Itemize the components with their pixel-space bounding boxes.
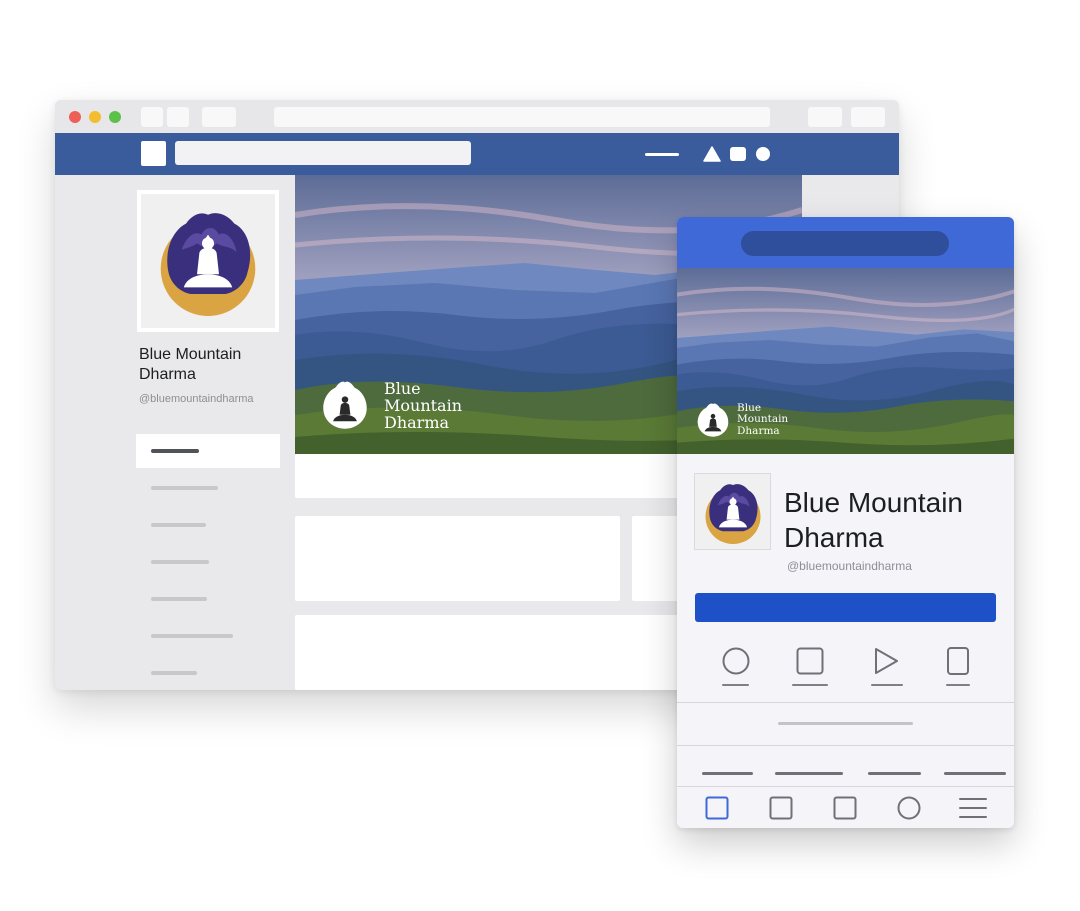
sidebar-item-7[interactable] [151,671,197,675]
mobile-header [677,217,1014,268]
phone-icon[interactable] [945,646,971,676]
icon-label-1 [722,684,749,686]
address-bar[interactable] [274,107,770,127]
divider [677,745,1014,746]
icon-label-3 [871,684,903,686]
mobile-cover-brand: Blue Mountain Dharma [694,401,788,439]
square-icon[interactable] [833,796,857,820]
circle-icon[interactable] [755,146,771,162]
mobile-page-title: Blue Mountain Dharma [784,487,964,553]
sidebar-item-4[interactable] [151,560,209,564]
mobile-bottom-nav [677,786,1014,828]
profile-avatar[interactable] [137,190,279,332]
tab-3[interactable] [868,772,921,775]
buddha-mark-icon [318,378,372,432]
page-title: Blue Mountain Dharma [139,346,242,383]
sidebar-item-1[interactable] [151,449,199,453]
site-logo[interactable] [141,141,166,166]
square-icon[interactable] [769,796,793,820]
section-placeholder [778,722,913,725]
mobile-cover-brand-line3: Dharma [737,424,780,437]
circle-icon[interactable] [721,646,751,676]
profile-sidebar: Blue Mountain Dharma @bluemountaindharma [55,175,295,690]
buddha-mark-icon [694,401,732,439]
browser-chrome [55,100,899,133]
square-icon[interactable] [795,646,825,676]
dharma-logo-icon [153,206,263,316]
cover-brand-line2: Mountain [384,395,463,415]
mobile-profile-avatar[interactable] [694,473,771,550]
cover-brand-line3: Dharma [384,412,450,432]
divider [677,702,1014,703]
sidebar-item-3[interactable] [151,523,206,527]
header-icons [703,144,771,164]
site-header [55,133,899,175]
mobile-search-input[interactable] [741,231,949,256]
mobile-mockup: Blue Mountain Dharma Blue Mountain Dharm… [677,217,1014,828]
home-link[interactable] [645,153,679,156]
tab-4[interactable] [944,772,1006,775]
primary-action-button[interactable] [695,593,996,622]
back-button[interactable] [141,107,163,127]
sidebar-item-2[interactable] [151,486,218,490]
about-card [295,516,620,601]
sidebar-toggle-button[interactable] [202,107,236,127]
cover-brand: Blue Mountain Dharma [318,378,462,432]
icon-label-4 [946,684,970,686]
dharma-logo-icon [701,480,765,544]
minimize-window-button[interactable] [89,111,101,123]
maximize-window-button[interactable] [109,111,121,123]
square-icon[interactable] [705,796,729,820]
page-handle: @bluemountaindharma [139,393,254,405]
square-icon[interactable] [729,146,747,162]
search-input[interactable] [175,141,471,165]
circle-icon[interactable] [897,796,921,820]
mobile-cover-photo: Blue Mountain Dharma [677,268,1014,454]
sidebar-item-6[interactable] [151,634,233,638]
sidebar-item-5[interactable] [151,597,207,601]
tab-2[interactable] [775,772,843,775]
cover-brand-line1: Blue [384,378,421,398]
icon-label-2 [792,684,828,686]
triangle-icon[interactable] [703,146,721,162]
new-tab-button[interactable] [851,107,885,127]
tab-1[interactable] [702,772,753,775]
mobile-page-handle: @bluemountaindharma [787,559,912,573]
close-window-button[interactable] [69,111,81,123]
menu-icon[interactable] [959,796,987,820]
play-icon[interactable] [871,646,901,676]
share-button[interactable] [808,107,842,127]
forward-button[interactable] [167,107,189,127]
